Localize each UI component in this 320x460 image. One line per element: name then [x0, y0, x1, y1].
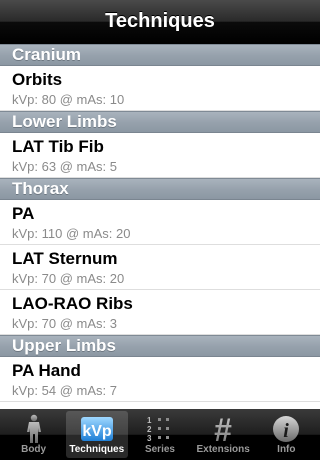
tab-label: Info — [277, 444, 296, 455]
technique-row-lat-sternum[interactable]: LAT Sternum kVp: 70 @ mAs: 20 — [0, 245, 320, 290]
hash-icon: # — [206, 414, 240, 444]
technique-exposure: kVp: 54 @ mAs: 7 — [12, 383, 117, 398]
section-header-upper-limbs: Upper Limbs — [0, 335, 320, 357]
technique-exposure: kVp: 80 @ mAs: 10 — [12, 92, 125, 107]
svg-text:kVp: kVp — [82, 423, 112, 440]
technique-exposure: kVp: 110 @ mAs: 20 — [12, 226, 131, 241]
svg-text:i: i — [284, 420, 290, 442]
tab-label: Extensions — [196, 444, 250, 455]
kvp-icon: kVp — [80, 414, 114, 444]
technique-title: LAO-RAO Ribs — [12, 294, 133, 313]
technique-title: PA — [12, 204, 35, 223]
tab-label: Series — [144, 444, 175, 455]
technique-title: PA Hand — [12, 361, 81, 380]
tab-extensions[interactable]: # Extensions — [192, 411, 254, 458]
section-header-thorax: Thorax — [0, 178, 320, 200]
navigation-bar: Techniques — [0, 0, 320, 44]
tab-label: Techniques — [69, 444, 125, 455]
section-header-label: Upper Limbs — [12, 336, 116, 355]
svg-text:3: 3 — [147, 434, 152, 443]
numbered-list-icon: 123 — [143, 414, 177, 444]
technique-row-pa[interactable]: PA kVp: 110 @ mAs: 20 — [0, 200, 320, 245]
tab-label: Body — [21, 444, 47, 455]
body-figure-icon — [17, 414, 51, 444]
technique-row-pa-hand[interactable]: PA Hand kVp: 54 @ mAs: 7 — [0, 357, 320, 402]
technique-exposure: kVp: 63 @ mAs: 5 — [12, 159, 117, 174]
technique-exposure: kVp: 70 @ mAs: 3 — [12, 316, 117, 331]
section-header-lower-limbs: Lower Limbs — [0, 111, 320, 133]
technique-row-orbits[interactable]: Orbits kVp: 80 @ mAs: 10 — [0, 66, 320, 111]
page-title: Techniques — [105, 10, 215, 32]
tab-info[interactable]: i Info — [255, 411, 317, 458]
tab-bar: Body kVp Techniques 123 Series # Extensi… — [0, 409, 320, 460]
techniques-list[interactable]: Cranium Orbits kVp: 80 @ mAs: 10 Lower L… — [0, 44, 320, 409]
technique-exposure: kVp: 70 @ mAs: 20 — [12, 271, 125, 286]
svg-text:1: 1 — [147, 416, 152, 425]
section-header-cranium: Cranium — [0, 44, 320, 66]
info-icon: i — [269, 414, 303, 444]
tab-techniques[interactable]: kVp Techniques — [65, 411, 128, 458]
section-header-label: Thorax — [12, 179, 69, 198]
tab-body[interactable]: Body — [3, 411, 65, 458]
svg-text:#: # — [214, 414, 232, 444]
technique-row-lao-rao-ribs[interactable]: LAO-RAO Ribs kVp: 70 @ mAs: 3 — [0, 290, 320, 335]
technique-row-lat-tib-fib[interactable]: LAT Tib Fib kVp: 63 @ mAs: 5 — [0, 133, 320, 178]
technique-title: Orbits — [12, 70, 63, 89]
technique-title: LAT Sternum — [12, 249, 118, 268]
technique-title: LAT Tib Fib — [12, 137, 104, 156]
tab-series[interactable]: 123 Series — [129, 411, 191, 458]
section-header-label: Lower Limbs — [12, 112, 117, 131]
svg-text:2: 2 — [147, 425, 152, 434]
section-header-label: Cranium — [12, 45, 81, 64]
